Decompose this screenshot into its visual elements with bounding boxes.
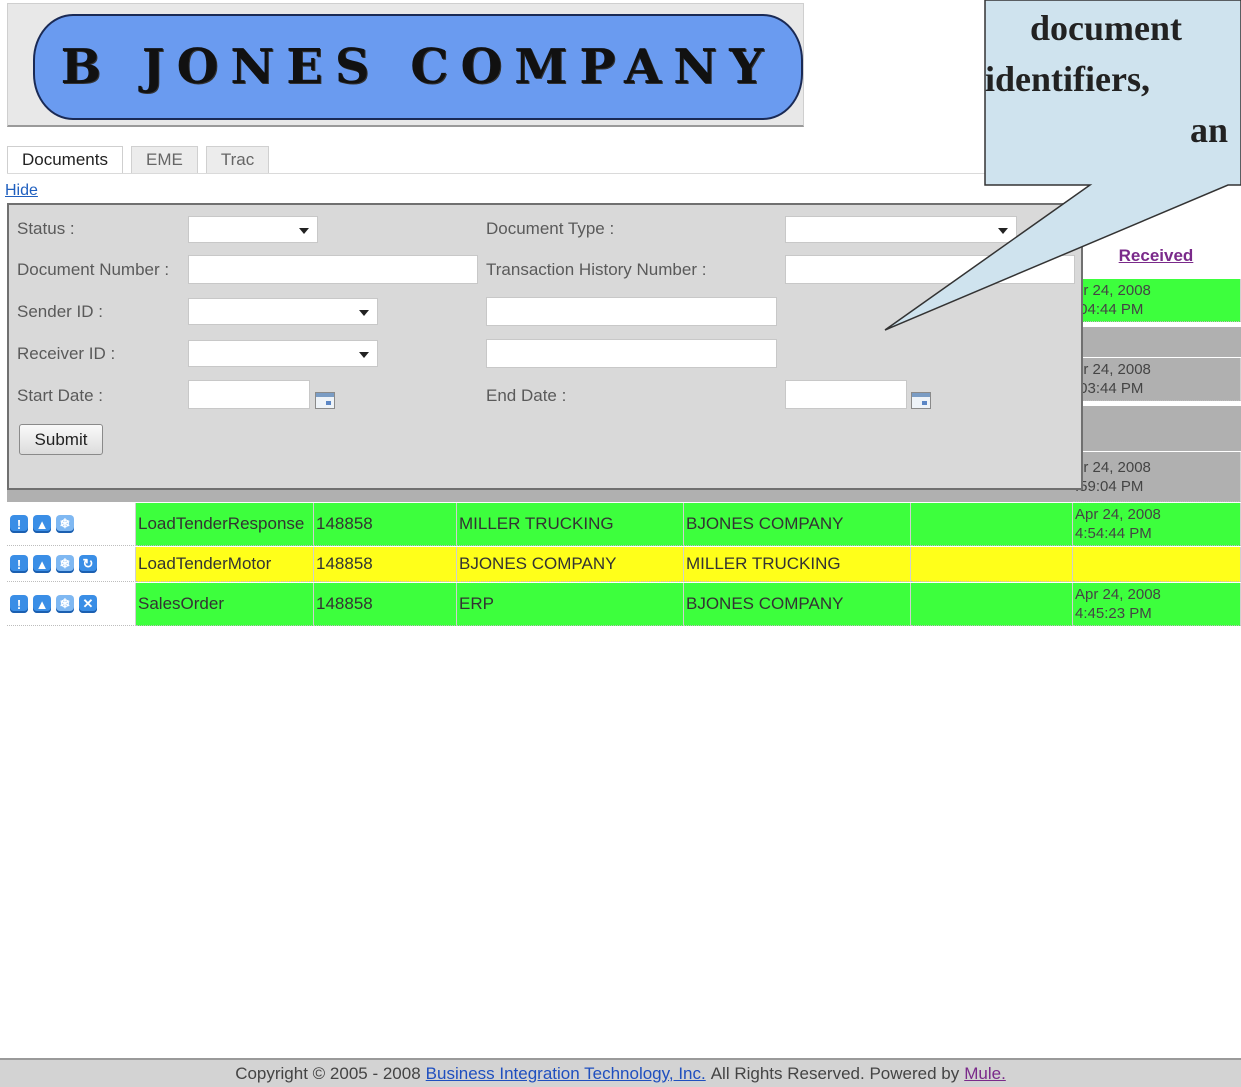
- calendar-icon[interactable]: [911, 392, 931, 409]
- sender-id-label: Sender ID :: [17, 302, 103, 321]
- status-cell: [911, 503, 1073, 546]
- received-cell: pr 24, 2008 :03:44 PM: [1073, 358, 1241, 401]
- submit-button[interactable]: Submit: [19, 424, 103, 455]
- rights-text: All Rights Reserved. Powered by: [710, 1063, 960, 1083]
- start-date-label: Start Date :: [17, 386, 103, 405]
- chevron-down-icon: [359, 310, 369, 316]
- eject-icon[interactable]: ▲: [33, 595, 51, 613]
- document-number-cell: 148858: [314, 547, 457, 582]
- tab-bar: Documents EME Trac: [7, 146, 277, 173]
- snowflake-icon[interactable]: ❄: [56, 515, 74, 533]
- chevron-down-icon: [299, 228, 309, 234]
- copyright-text: Copyright © 2005 - 2008: [235, 1063, 421, 1083]
- company-logo: B JONES COMPANY: [33, 14, 803, 120]
- end-date-label: End Date :: [486, 386, 567, 405]
- alert-icon[interactable]: !: [10, 555, 28, 573]
- document-type-cell: LoadTenderResponse: [136, 503, 314, 546]
- transaction-history-number-label: Transaction History Number :: [486, 260, 707, 279]
- status-select[interactable]: [188, 216, 318, 243]
- callout-line-2: identifiers,: [985, 59, 1150, 99]
- received-time: :04:44 PM: [1075, 301, 1144, 318]
- sender-cell: BJONES COMPANY: [457, 547, 684, 582]
- receiver-cell: BJONES COMPANY: [684, 583, 911, 626]
- end-date-input[interactable]: [785, 380, 907, 409]
- company-link[interactable]: Business Integration Technology, Inc.: [426, 1064, 706, 1084]
- row-actions: ! ▲ ❄: [7, 503, 136, 546]
- received-cell: [1073, 547, 1241, 582]
- footer: Copyright © 2005 - 2008 Business Integra…: [0, 1058, 1241, 1087]
- hide-link[interactable]: Hide: [5, 182, 38, 200]
- chevron-down-icon: [359, 352, 369, 358]
- receiver-id-select[interactable]: [188, 340, 378, 367]
- sender-id-select[interactable]: [188, 298, 378, 325]
- document-type-cell: SalesOrder: [136, 583, 314, 626]
- callout-line-3: an: [1190, 110, 1229, 150]
- received-time: :03:44 PM: [1075, 380, 1144, 397]
- tab-documents[interactable]: Documents: [7, 146, 123, 173]
- status-cell: [911, 583, 1073, 626]
- callout-line-1: document: [1030, 8, 1182, 48]
- tab-eme[interactable]: EME: [130, 146, 198, 173]
- receiver-cell: BJONES COMPANY: [684, 503, 911, 546]
- sender-cell: ERP: [457, 583, 684, 626]
- receiver-id-label: Receiver ID :: [17, 344, 116, 363]
- document-number-cell: 148858: [314, 503, 457, 546]
- document-number-input[interactable]: [188, 255, 478, 284]
- received-cell: Apr 24, 2008 4:45:23 PM: [1073, 583, 1241, 626]
- chevron-down-icon: [998, 228, 1008, 234]
- received-date: pr 24, 2008: [1075, 361, 1151, 378]
- alert-icon[interactable]: !: [10, 515, 28, 533]
- tab-divider: [7, 173, 1241, 174]
- transaction-history-number-input[interactable]: [785, 255, 1075, 284]
- refresh-icon[interactable]: ↻: [79, 555, 97, 573]
- tab-trac[interactable]: Trac: [205, 146, 270, 173]
- received-column-header[interactable]: Received: [1076, 233, 1235, 278]
- eject-icon[interactable]: ▲: [33, 515, 51, 533]
- received-date: Apr 24, 2008: [1075, 506, 1161, 523]
- status-label: Status :: [17, 219, 75, 238]
- table-row[interactable]: ! ▲ ❄ LoadTenderResponse 148858 MILLER T…: [7, 503, 1241, 546]
- mule-link[interactable]: Mule.: [964, 1064, 1006, 1084]
- table-row[interactable]: ! ▲ ❄ ↻ LoadTenderMotor 148858 BJONES CO…: [7, 547, 1241, 582]
- close-icon[interactable]: ✕: [79, 595, 97, 613]
- sender-id-input[interactable]: [486, 297, 777, 326]
- document-type-select[interactable]: [785, 216, 1017, 243]
- received-cell: pr 24, 2008 :04:44 PM: [1073, 279, 1241, 322]
- header-banner: B JONES COMPANY: [7, 3, 804, 127]
- row-actions: ! ▲ ❄ ↻: [7, 547, 136, 582]
- search-panel: Status : Document Type : Document Number…: [7, 203, 1083, 490]
- alert-icon[interactable]: !: [10, 595, 28, 613]
- document-number-label: Document Number :: [17, 260, 170, 279]
- document-number-cell: 148858: [314, 583, 457, 626]
- sender-cell: MILLER TRUCKING: [457, 503, 684, 546]
- table-row[interactable]: ! ▲ ❄ ✕ SalesOrder 148858 ERP BJONES COM…: [7, 583, 1241, 626]
- received-time: :59:04 PM: [1075, 477, 1144, 495]
- calendar-icon[interactable]: [315, 392, 335, 409]
- received-cell: pr 24, 2008 :59:04 PM: [1073, 452, 1241, 502]
- row-actions: ! ▲ ❄ ✕: [7, 583, 136, 626]
- received-cell: Apr 24, 2008 4:54:44 PM: [1073, 503, 1241, 546]
- start-date-input[interactable]: [188, 380, 310, 409]
- received-time: 4:45:23 PM: [1075, 605, 1152, 622]
- snowflake-icon[interactable]: ❄: [56, 595, 74, 613]
- document-type-cell: LoadTenderMotor: [136, 547, 314, 582]
- received-date: Apr 24, 2008: [1075, 586, 1161, 603]
- received-time: 4:54:44 PM: [1075, 525, 1152, 542]
- eject-icon[interactable]: ▲: [33, 555, 51, 573]
- snowflake-icon[interactable]: ❄: [56, 555, 74, 573]
- received-date: pr 24, 2008: [1075, 282, 1151, 299]
- received-date: pr 24, 2008: [1075, 458, 1151, 476]
- document-type-label: Document Type :: [486, 219, 615, 238]
- receiver-cell: MILLER TRUCKING: [684, 547, 911, 582]
- company-name: B JONES COMPANY: [60, 39, 776, 95]
- status-cell: [911, 547, 1073, 582]
- receiver-id-input[interactable]: [486, 339, 777, 368]
